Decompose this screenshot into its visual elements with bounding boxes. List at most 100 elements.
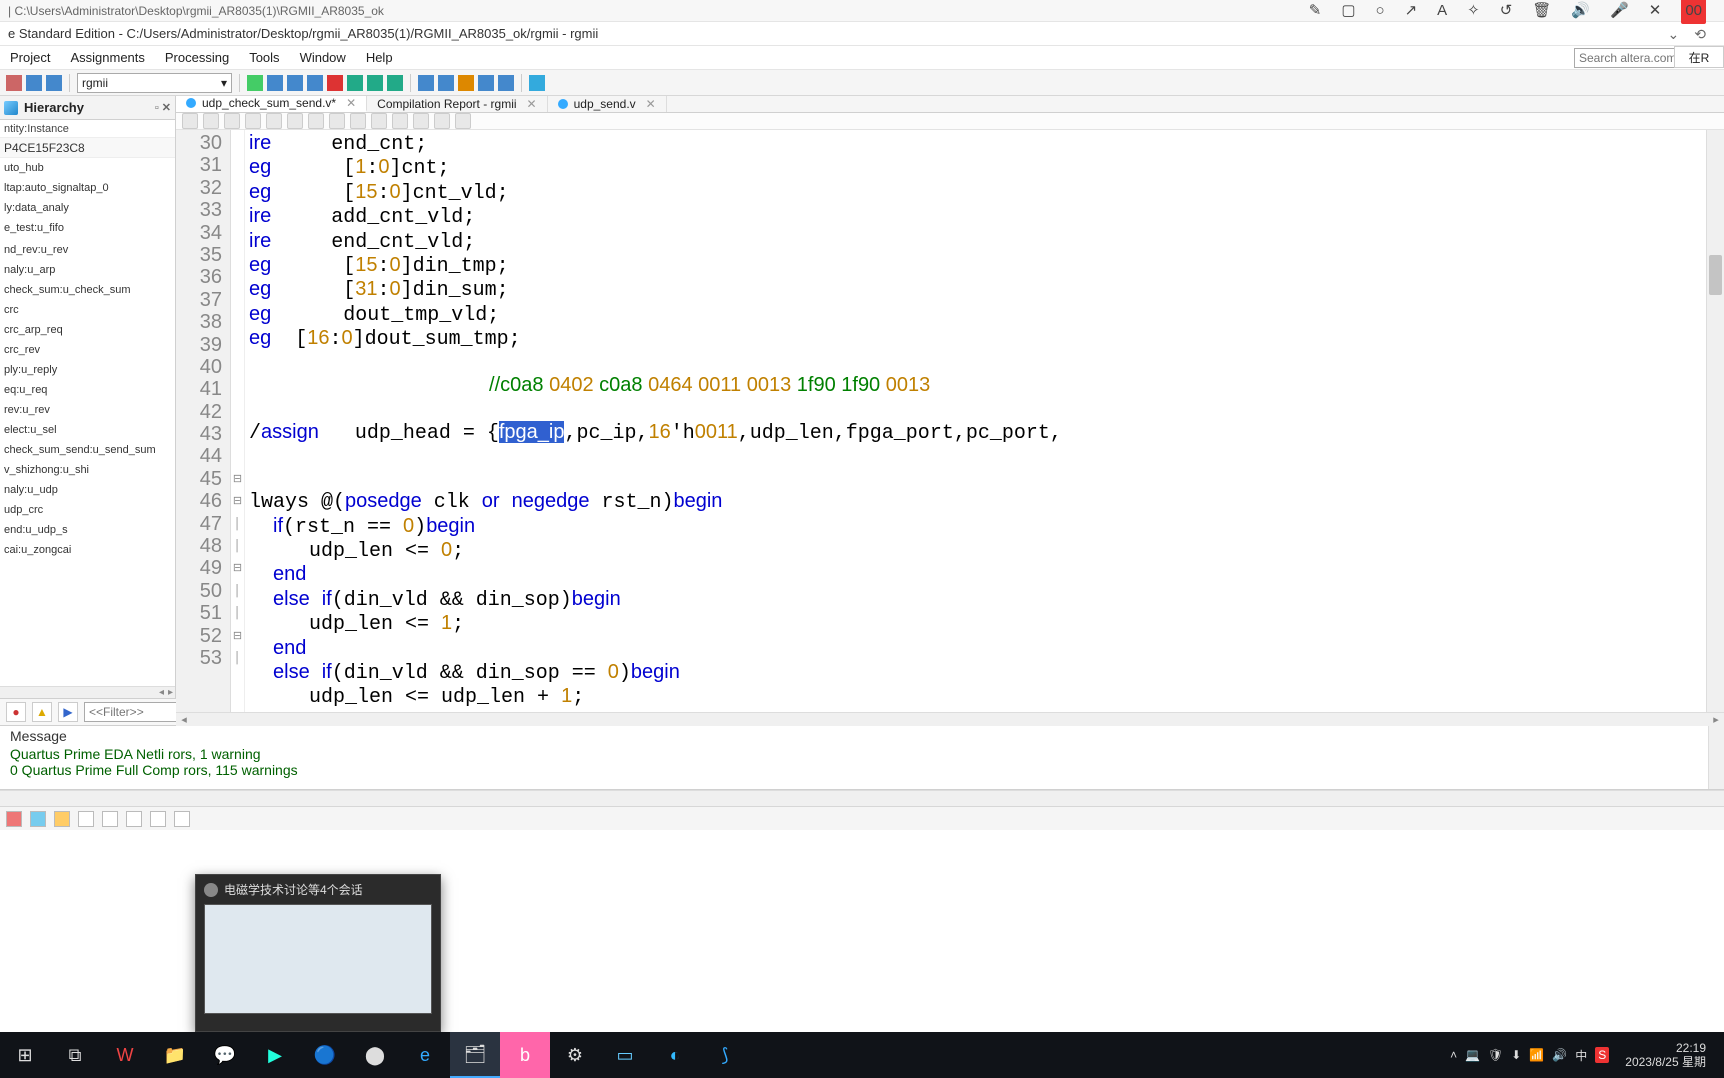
trash-icon[interactable]: 🗑 [1532,0,1551,22]
browser-icon[interactable]: ⬤ [350,1032,400,1078]
tray-icon[interactable]: 📶 [1529,1048,1544,1062]
ed-tool[interactable] [245,113,261,129]
bilibili-icon[interactable]: b [500,1032,550,1078]
menu-processing[interactable]: Processing [165,50,229,65]
ed-tool[interactable] [308,113,324,129]
tb-ico-3[interactable] [307,75,323,91]
new-icon[interactable] [6,75,22,91]
system-tray[interactable]: ˄ 💻 🛡 ⬇ 📶 🔊 中 S 22:19 2023/8/25 星期 [1440,1041,1724,1069]
chrome-icon[interactable]: 🔵 [300,1032,350,1078]
app-icon-active[interactable]: 🗂 [450,1032,500,1078]
notes-icon[interactable]: ▭ [600,1032,650,1078]
ed-tool[interactable] [392,113,408,129]
tree-node[interactable]: check_sum:u_check_sum [0,280,175,300]
tray-chevron-icon[interactable]: ˄ [1450,1048,1457,1062]
refresh-icon[interactable]: ⟲ [1694,22,1706,46]
tree-node[interactable]: elect:u_sel [0,420,175,440]
dropdown-icon[interactable]: ⌄ [1668,22,1680,46]
tab-compilation-report[interactable]: Compilation Report - rgmii ✕ [367,96,547,112]
play2-icon[interactable] [367,75,383,91]
tray-ime-icon[interactable]: 中 [1575,1047,1587,1064]
status-icon[interactable] [6,811,22,827]
tray-icon[interactable]: 💻 [1465,1048,1480,1062]
app-icon[interactable]: ◐ [650,1032,700,1078]
status-icon[interactable] [174,811,190,827]
messages-hscroll[interactable] [0,790,1724,806]
message-line[interactable]: 0 Quartus Prime Full Comp rors, 115 warn… [0,762,1724,778]
taskview-icon[interactable]: ⧉ [50,1032,100,1078]
menu-project[interactable]: Project [10,50,50,65]
project-combo[interactable]: rgmii▾ [77,73,232,93]
tree-node[interactable]: cai:u_zongcai [0,540,175,560]
ed-tool[interactable] [350,113,366,129]
tb-ico-8[interactable] [498,75,514,91]
explorer-icon[interactable]: 📁 [150,1032,200,1078]
tree-node[interactable]: crc [0,300,175,320]
mic-icon[interactable]: 🎤 [1610,0,1629,22]
check-icon[interactable] [247,75,263,91]
tree-node[interactable]: end:u_udp_s [0,520,175,540]
play3-icon[interactable] [387,75,403,91]
tree-node[interactable]: ltap:auto_signaltap_0 [0,178,175,198]
nav-close-icon[interactable]: ▫ ✕ [155,101,171,114]
tree-node[interactable]: e_test:u_fifo [0,218,175,238]
arrow-icon[interactable]: ↗ [1405,0,1418,22]
tree-hscroll[interactable]: ◂▸ [0,686,175,698]
tb-ico-2[interactable] [287,75,303,91]
tab-close-icon[interactable]: ✕ [346,96,356,110]
start-button[interactable]: ⊞ [0,1032,50,1078]
close-x-icon[interactable]: ✕ [1649,0,1662,22]
tab-close-icon[interactable]: ✕ [646,97,656,111]
ed-tool[interactable] [224,113,240,129]
taskbar-clock[interactable]: 22:19 2023/8/25 星期 [1617,1041,1714,1069]
menu-assignments[interactable]: Assignments [70,50,144,65]
status-icon[interactable] [78,811,94,827]
tree-node[interactable]: ly:data_analy [0,198,175,218]
tb-ico-4[interactable] [418,75,434,91]
ed-tool[interactable] [413,113,429,129]
tree-node[interactable]: v_shizhong:u_shi [0,460,175,480]
tb-ico-7[interactable] [478,75,494,91]
status-icon[interactable] [126,811,142,827]
ed-tool[interactable] [455,113,471,129]
tab-udp-send[interactable]: udp_send.v ✕ [548,96,667,112]
highlight-icon[interactable]: ✧ [1467,0,1480,22]
menu-window[interactable]: Window [300,50,346,65]
tray-icon[interactable]: 🛡 [1488,1048,1503,1062]
tray-icon[interactable]: ⬇ [1511,1048,1521,1062]
ed-tool[interactable] [287,113,303,129]
menu-help[interactable]: Help [366,50,393,65]
tray-sound-icon[interactable]: 🔊 [1552,1048,1567,1062]
play-icon[interactable] [347,75,363,91]
edit-icon[interactable]: ✎ [1309,0,1322,22]
message-line[interactable]: Quartus Prime EDA Netli rors, 1 warning [0,746,1724,762]
sound-icon[interactable]: 🔊 [1571,0,1590,22]
undo-icon[interactable]: ↺ [1500,0,1513,22]
ed-tool[interactable] [329,113,345,129]
status-icon[interactable] [150,811,166,827]
settings-icon[interactable]: ⚙ [550,1032,600,1078]
tree-node[interactable]: nd_rev:u_rev [0,240,175,260]
tab-close-icon[interactable]: ✕ [527,97,537,111]
tab-udp-check-sum-send[interactable]: udp_check_sum_send.v* ✕ [176,96,367,112]
status-icon[interactable] [30,811,46,827]
circle-icon[interactable]: ○ [1376,0,1385,22]
video-icon[interactable]: ▶ [250,1032,300,1078]
edge-icon[interactable]: e [400,1032,450,1078]
stop-icon[interactable] [327,75,343,91]
tree-node[interactable]: naly:u_udp [0,480,175,500]
ed-tool[interactable] [371,113,387,129]
tray-sogou-icon[interactable]: S [1595,1047,1609,1063]
tree-node[interactable]: crc_rev [0,340,175,360]
tree-node[interactable]: naly:u_arp [0,260,175,280]
messages-vscroll[interactable] [1708,726,1724,789]
tree-node[interactable]: uto_hub [0,158,175,178]
warning-filter-icon[interactable]: ▲ [32,702,52,722]
ed-tool[interactable] [434,113,450,129]
status-icon[interactable] [54,811,70,827]
redo-icon[interactable] [46,75,62,91]
tb-ico-6[interactable] [458,75,474,91]
tree-node[interactable]: udp_crc [0,500,175,520]
square-icon[interactable]: ▢ [1341,0,1355,22]
editor-hscroll[interactable]: ◂▸ [176,712,1724,726]
